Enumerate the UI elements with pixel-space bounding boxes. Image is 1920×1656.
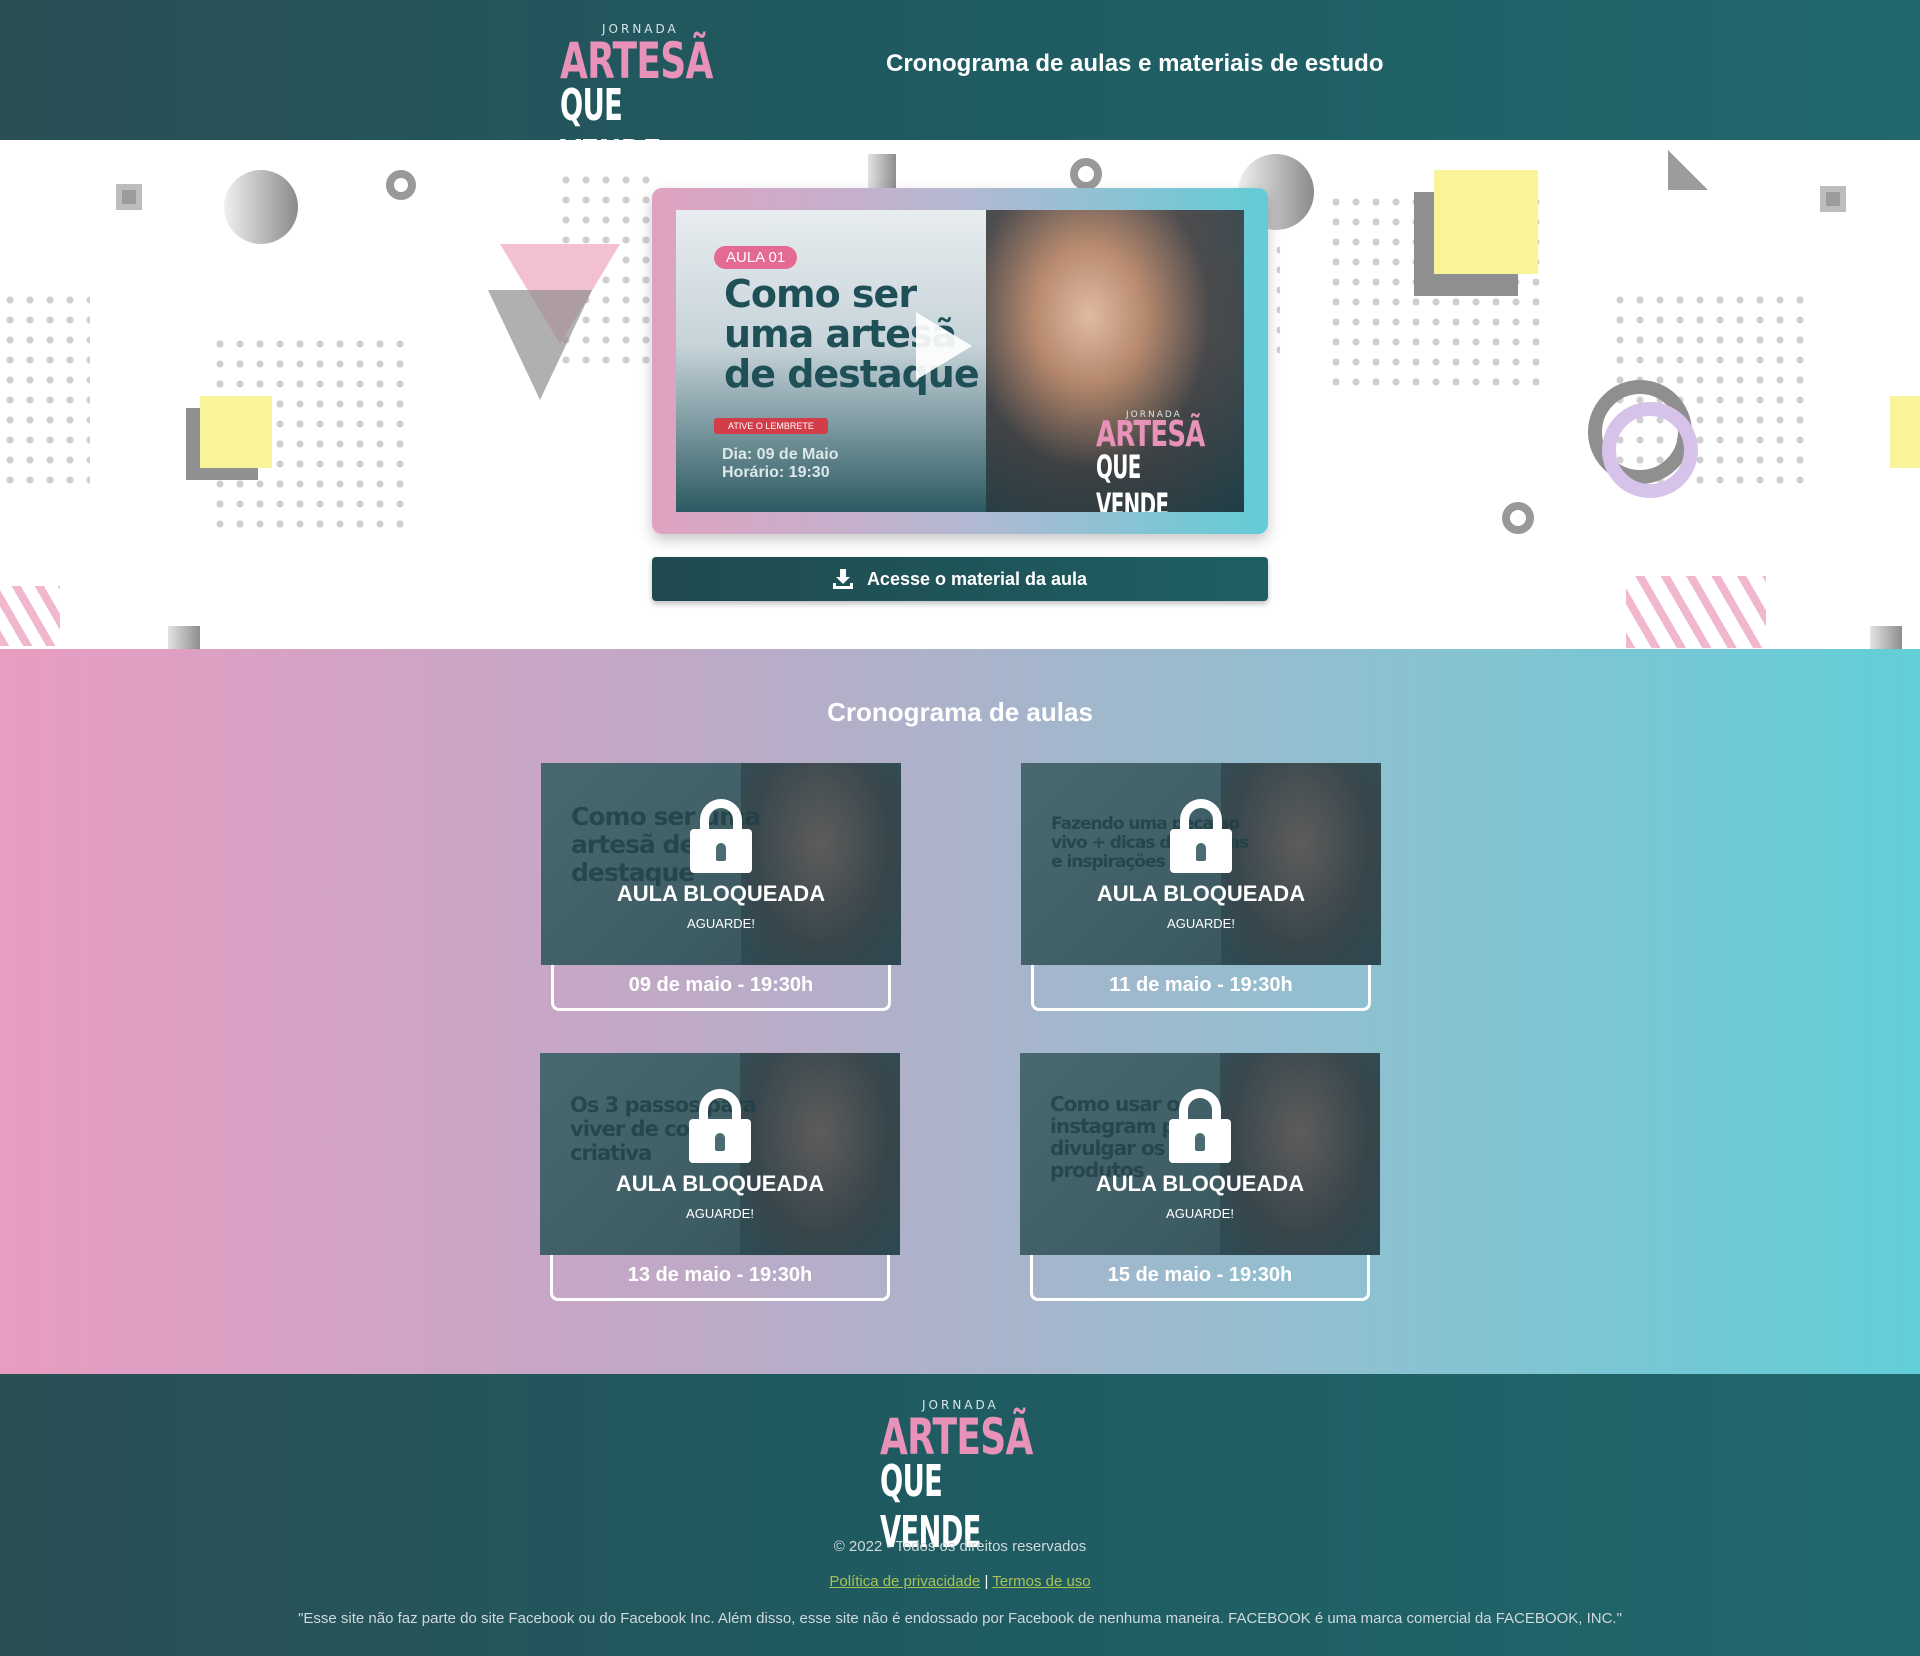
site-footer: JORNADA ARTESÃ QUE VENDE © 2022 - Todos … [0, 1374, 1920, 1656]
facebook-disclaimer: "Esse site não faz parte do site Faceboo… [298, 1610, 1622, 1627]
footer-links: Política de privacidade | Termos de uso [0, 1573, 1920, 1590]
decor-square-yellow [1890, 396, 1920, 468]
privacy-policy-link[interactable]: Política de privacidade [829, 1573, 980, 1590]
await-text: AGUARDE! [1166, 1206, 1234, 1221]
logo-line2: QUE VENDE [1096, 448, 1169, 512]
decor-zigzag [0, 586, 60, 646]
copyright-text: © 2022 - Todos os direitos reservados [833, 1538, 1087, 1555]
await-text: AGUARDE! [686, 1206, 754, 1221]
decor-square [1820, 186, 1846, 212]
lesson-thumbnail: Como ser uma artesã de destaque AULA BLO… [541, 763, 901, 965]
decor-bar [1870, 626, 1902, 649]
lesson-thumbnail: Os 3 passos para viver de costura criati… [540, 1053, 900, 1255]
download-icon [832, 569, 853, 589]
site-header: JORNADA ARTESÃ QUE VENDE Cronograma de a… [0, 0, 1920, 182]
play-icon[interactable] [916, 312, 972, 380]
lesson-badge: AULA 01 [714, 246, 798, 269]
decor-ring-lilac [1602, 402, 1698, 498]
schedule-title: Cronograma de aulas [827, 697, 1093, 727]
terms-of-use-link[interactable]: Termos de uso [992, 1573, 1090, 1590]
decor-ring [1502, 502, 1534, 534]
decor-ring [1070, 158, 1102, 190]
lesson-date: 11 de maio - 19:30h [1031, 965, 1371, 1011]
decor-ring [386, 170, 416, 200]
artesa-logo: JORNADA ARTESÃ QUE VENDE [880, 1398, 1050, 1558]
lesson-card[interactable]: Os 3 passos para viver de costura criati… [540, 1053, 900, 1303]
video-time: Horário: 19:30 [722, 464, 830, 481]
video-date: Dia: 09 de Maio [722, 446, 839, 463]
schedule-section: Cronograma de aulas Como ser uma artesã … [0, 649, 1920, 1374]
locked-status: AULA BLOQUEADA [1096, 881, 1306, 906]
await-text: AGUARDE! [1167, 916, 1235, 931]
lock-icon [1169, 1089, 1231, 1163]
lock-icon [690, 799, 752, 873]
artesa-logo[interactable]: JORNADA ARTESÃ QUE VENDE [560, 22, 730, 182]
lesson-video-player[interactable]: AULA 01 Como ser uma artesã de destaque … [676, 210, 1244, 512]
lesson-card[interactable]: Como usar o instagram para divulgar os s… [1020, 1053, 1380, 1303]
lesson-card[interactable]: Como ser uma artesã de destaque AULA BLO… [541, 763, 901, 1013]
locked-status: AULA BLOQUEADA [615, 1171, 825, 1196]
video-schedule: Dia: 09 de Maio Horário: 19:30 [722, 446, 838, 482]
decor-triangle-gray [1668, 150, 1708, 190]
locked-status: AULA BLOQUEADA [616, 881, 826, 906]
lesson-date: 13 de maio - 19:30h [550, 1255, 890, 1301]
reminder-badge: ATIVE O LEMBRETE [714, 418, 828, 434]
decor-triangle-gray [488, 290, 592, 400]
decor-square-yellow [200, 396, 272, 468]
lock-icon [689, 1089, 751, 1163]
lock-icon [1170, 799, 1232, 873]
decor-dot-grid [0, 290, 90, 490]
decor-circle [224, 170, 298, 244]
page-title: Cronograma de aulas e materiais de estud… [886, 50, 1384, 77]
lesson-card[interactable]: Fazendo uma peça ao vivo + dicas de vend… [1021, 763, 1381, 1013]
decor-square-yellow [1434, 170, 1538, 274]
lesson-date: 15 de maio - 19:30h [1030, 1255, 1370, 1301]
decor-bar [168, 626, 200, 649]
locked-status: AULA BLOQUEADA [1095, 1171, 1305, 1196]
decor-zigzag [1626, 576, 1766, 648]
lesson-thumbnail: Fazendo uma peça ao vivo + dicas de vend… [1021, 763, 1381, 965]
access-material-label: Acesse o material da aula [866, 568, 1088, 589]
lesson-date: 09 de maio - 19:30h [551, 965, 891, 1011]
await-text: AGUARDE! [687, 916, 755, 931]
access-material-button[interactable]: Acesse o material da aula [652, 557, 1268, 601]
video-frame: AULA 01 Como ser uma artesã de destaque … [652, 188, 1268, 534]
video-logo: JORNADA ARTESÃ QUE VENDE [1096, 410, 1226, 512]
link-separator: | [984, 1573, 989, 1590]
decor-square [116, 184, 142, 210]
lesson-thumbnail: Como usar o instagram para divulgar os s… [1020, 1053, 1380, 1255]
hero-section: AULA 01 Como ser uma artesã de destaque … [0, 140, 1920, 649]
